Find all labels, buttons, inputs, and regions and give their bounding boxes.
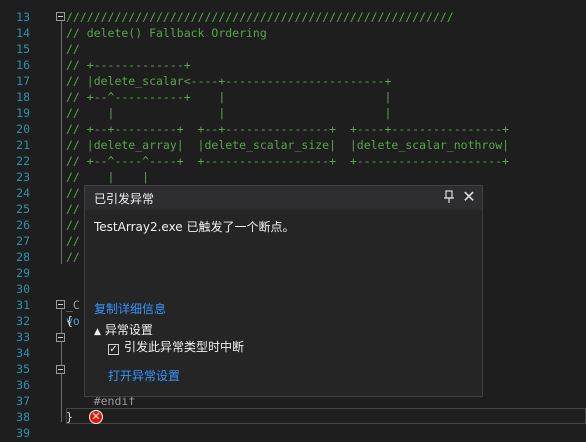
collapse-triangle-icon[interactable]: ▲ (94, 327, 101, 337)
copy-details-link[interactable]: 复制详细信息 (94, 300, 166, 317)
open-exception-settings-link[interactable]: 打开异常设置 (108, 367, 180, 384)
popup-title: 已引发异常 (94, 192, 155, 206)
current-line-highlight (66, 408, 586, 424)
error-icon[interactable]: ✕ (89, 410, 103, 424)
exception-popup[interactable]: 已引发异常 ✕ TestArray2.exe 已触发了一个断点。 复制详细信息 … (84, 185, 483, 397)
close-icon[interactable]: ✕ (461, 188, 477, 206)
code-line: 39 (0, 424, 586, 442)
break-on-exception-option[interactable]: ✓ 引发此异常类型时中断 (108, 338, 244, 355)
line-number: 39 (16, 426, 30, 440)
exception-settings-section[interactable]: ▲ 异常设置 (94, 321, 153, 338)
break-on-exception-checkbox[interactable]: ✓ (108, 344, 119, 355)
section-title: 异常设置 (104, 323, 153, 337)
checkbox-label: 引发此异常类型时中断 (124, 340, 245, 354)
popup-titlebar: 已引发异常 ✕ (85, 186, 482, 210)
exception-message: TestArray2.exe 已触发了一个断点。 (94, 220, 295, 234)
pin-icon[interactable] (444, 190, 454, 204)
